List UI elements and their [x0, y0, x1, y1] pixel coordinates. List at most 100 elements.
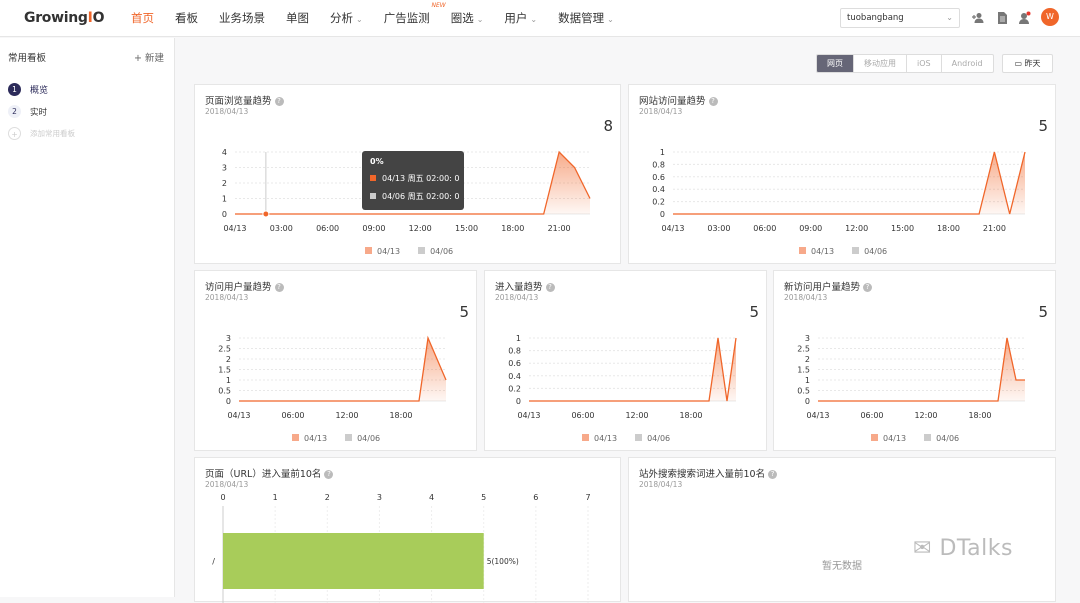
x-tick-label: 3	[377, 493, 382, 502]
help-icon[interactable]: ?	[768, 470, 778, 479]
chevron-down-icon: ⌄	[476, 15, 484, 24]
y-tick-label: 3	[222, 164, 227, 173]
y-tick-label: 1	[660, 148, 665, 157]
x-tick-label: 06:00	[316, 224, 339, 233]
empty-state-text: 暂无数据	[822, 561, 862, 572]
nav-item-8[interactable]: 数据管理 ⌄	[558, 0, 614, 37]
card-title: 站外搜索搜索词进入量前10名?	[639, 466, 778, 480]
chevron-down-icon: ⌄	[607, 15, 614, 24]
legend-item-current[interactable]: 04/13	[871, 434, 906, 443]
nav-item-4[interactable]: 分析 ⌄	[330, 0, 363, 37]
legend-swatch	[924, 434, 932, 441]
segment-option[interactable]: 网页	[817, 55, 853, 72]
x-tick-label: 12:00	[625, 411, 648, 420]
sidebar-item-overview[interactable]: 1 概览	[8, 83, 48, 96]
series-line	[239, 335, 447, 402]
nav-item-label: 圈选	[450, 11, 474, 25]
x-tick-label: 06:00	[753, 224, 776, 233]
x-tick-label: 03:00	[270, 224, 293, 233]
new-board-button[interactable]: + 新建	[134, 50, 164, 64]
add-user-icon[interactable]	[971, 11, 985, 25]
nav-item-3[interactable]: 单图	[286, 0, 309, 37]
y-tick-label: 0.8	[652, 160, 665, 169]
sidebar-item-label: 添加常用看板	[30, 129, 75, 138]
x-tick-label: 06:00	[571, 411, 594, 420]
legend-swatch	[345, 434, 353, 441]
y-tick-label: 0.4	[652, 185, 665, 194]
tooltip-title: 0%	[370, 157, 384, 166]
chart-card-search-terms: 站外搜索搜索词进入量前10名? 2018/04/13	[628, 457, 1056, 602]
x-tick-label: 18:00	[389, 411, 412, 420]
legend-item-current[interactable]: 04/13	[365, 247, 400, 256]
chart-card-visits: 网站访问量趋势? 2018/04/13 5 0 0.2 0.4 0.6 0.8 1 04/13 03…	[628, 84, 1056, 264]
item-number-badge: 1	[8, 83, 21, 96]
y-tick-label: 1.5	[797, 366, 810, 375]
nav-item-0[interactable]: 首页	[131, 0, 154, 37]
notification-icon[interactable]	[1017, 11, 1031, 25]
x-tick-label: 04/13	[223, 224, 246, 233]
legend-item-previous[interactable]: 04/06	[924, 434, 959, 443]
chart-legend: 04/13 04/06	[871, 434, 959, 443]
segment-option[interactable]: iOS	[906, 55, 941, 72]
nav-item-label: 单图	[286, 11, 309, 25]
chart-card-users: 访问用户量趋势? 2018/04/13 5 0 0.5 1 1.5 2 2.5 3 04/13 06:…	[194, 270, 477, 451]
avatar[interactable]: W	[1041, 8, 1059, 26]
legend-swatch	[365, 247, 372, 254]
segment-option[interactable]: Android	[940, 55, 993, 72]
nav-item-label: 数据管理	[558, 11, 605, 25]
legend-item-previous[interactable]: 04/06	[635, 434, 670, 443]
y-tick-label: 0.5	[797, 387, 810, 396]
project-selector[interactable]: tuobangbang ⌄	[840, 8, 960, 28]
series-area	[673, 152, 1025, 214]
date-picker-button[interactable]: ▭ 昨天	[1002, 54, 1053, 73]
y-tick-label: 2	[226, 355, 231, 364]
legend-item-previous[interactable]: 04/06	[852, 247, 887, 256]
x-tick-label: 21:00	[548, 224, 571, 233]
growingio-logo[interactable]: GrowingIO	[24, 10, 104, 26]
chevron-down-icon: ⌄	[946, 13, 953, 22]
legend-swatch	[871, 434, 878, 441]
chart-legend: 04/13 04/06	[799, 247, 887, 256]
sidebar-item-realtime[interactable]: 2 实时	[8, 105, 47, 118]
chart-tooltip: 0% 04/13 周五 02:00: 0 04/06 周五 02:00: 0	[362, 151, 464, 210]
sidebar-title: 常用看板	[8, 53, 47, 64]
nav-item-6[interactable]: 圈选 ⌄	[451, 0, 484, 37]
x-tick-label: 6	[533, 493, 538, 502]
item-number-badge: 2	[8, 105, 21, 118]
area-chart-svg: 00.5 11.5 22.5 3 04/13 06:00 12:00 18:00	[797, 334, 1025, 420]
new-badge: NEW	[431, 2, 446, 9]
y-tick-label: 0.5	[218, 387, 231, 396]
series-area	[239, 338, 446, 401]
y-tick-label: 1.5	[218, 366, 231, 375]
nav-item-2[interactable]: 业务场景	[219, 0, 265, 37]
y-tick-label: 0.2	[652, 198, 665, 207]
legend-swatch	[852, 247, 860, 254]
y-tick-label: 0.2	[508, 384, 521, 393]
document-icon[interactable]	[995, 11, 1009, 25]
sidebar-item-label: 概览	[30, 86, 49, 96]
legend-item-previous[interactable]: 04/06	[418, 247, 453, 256]
plus-icon: +	[8, 127, 21, 140]
legend-item-current[interactable]: 04/13	[292, 434, 327, 443]
legend-item-current[interactable]: 04/13	[582, 434, 617, 443]
x-tick-label: 18:00	[501, 224, 524, 233]
sidebar-item-add-board[interactable]: + 添加常用看板	[8, 127, 75, 140]
series-line	[673, 151, 1026, 215]
area-chart-svg: 00.5 11.5 22.5 3 04/13 06:00 12:00 18:00	[218, 334, 447, 420]
y-tick-label: 2	[222, 179, 227, 188]
y-tick-label: 2	[805, 355, 810, 364]
segment-option[interactable]: 移动应用	[853, 55, 906, 72]
nav-item-7[interactable]: 用户 ⌄	[504, 0, 537, 37]
bar-chart-svg: 0 1 2 3 4 5 6 7 / 5(100%)	[212, 493, 591, 603]
x-tick-label: 18:00	[968, 411, 991, 420]
nav-item-1[interactable]: 看板	[175, 0, 198, 37]
nav-item-label: 广告监测	[383, 11, 430, 25]
chart-card-top-pages: 页面（URL）进入量前10名? 2018/04/13 0 1 2 3 4 5 6 7/5(100%…	[194, 457, 621, 603]
chart-card-new-users: 新访问用户量趋势? 2018/04/13 5 0 0.5 1 1.5 2 2.5 3 04/13 06…	[773, 270, 1056, 451]
x-tick-label: 18:00	[679, 411, 702, 420]
nav-item-5[interactable]: 广告监测 NEW	[383, 0, 446, 37]
legend-item-current[interactable]: 04/13	[799, 247, 834, 256]
nav-item-label: 首页	[131, 11, 154, 25]
y-tick-label: 0.4	[508, 372, 521, 381]
legend-item-previous[interactable]: 04/06	[345, 434, 380, 443]
